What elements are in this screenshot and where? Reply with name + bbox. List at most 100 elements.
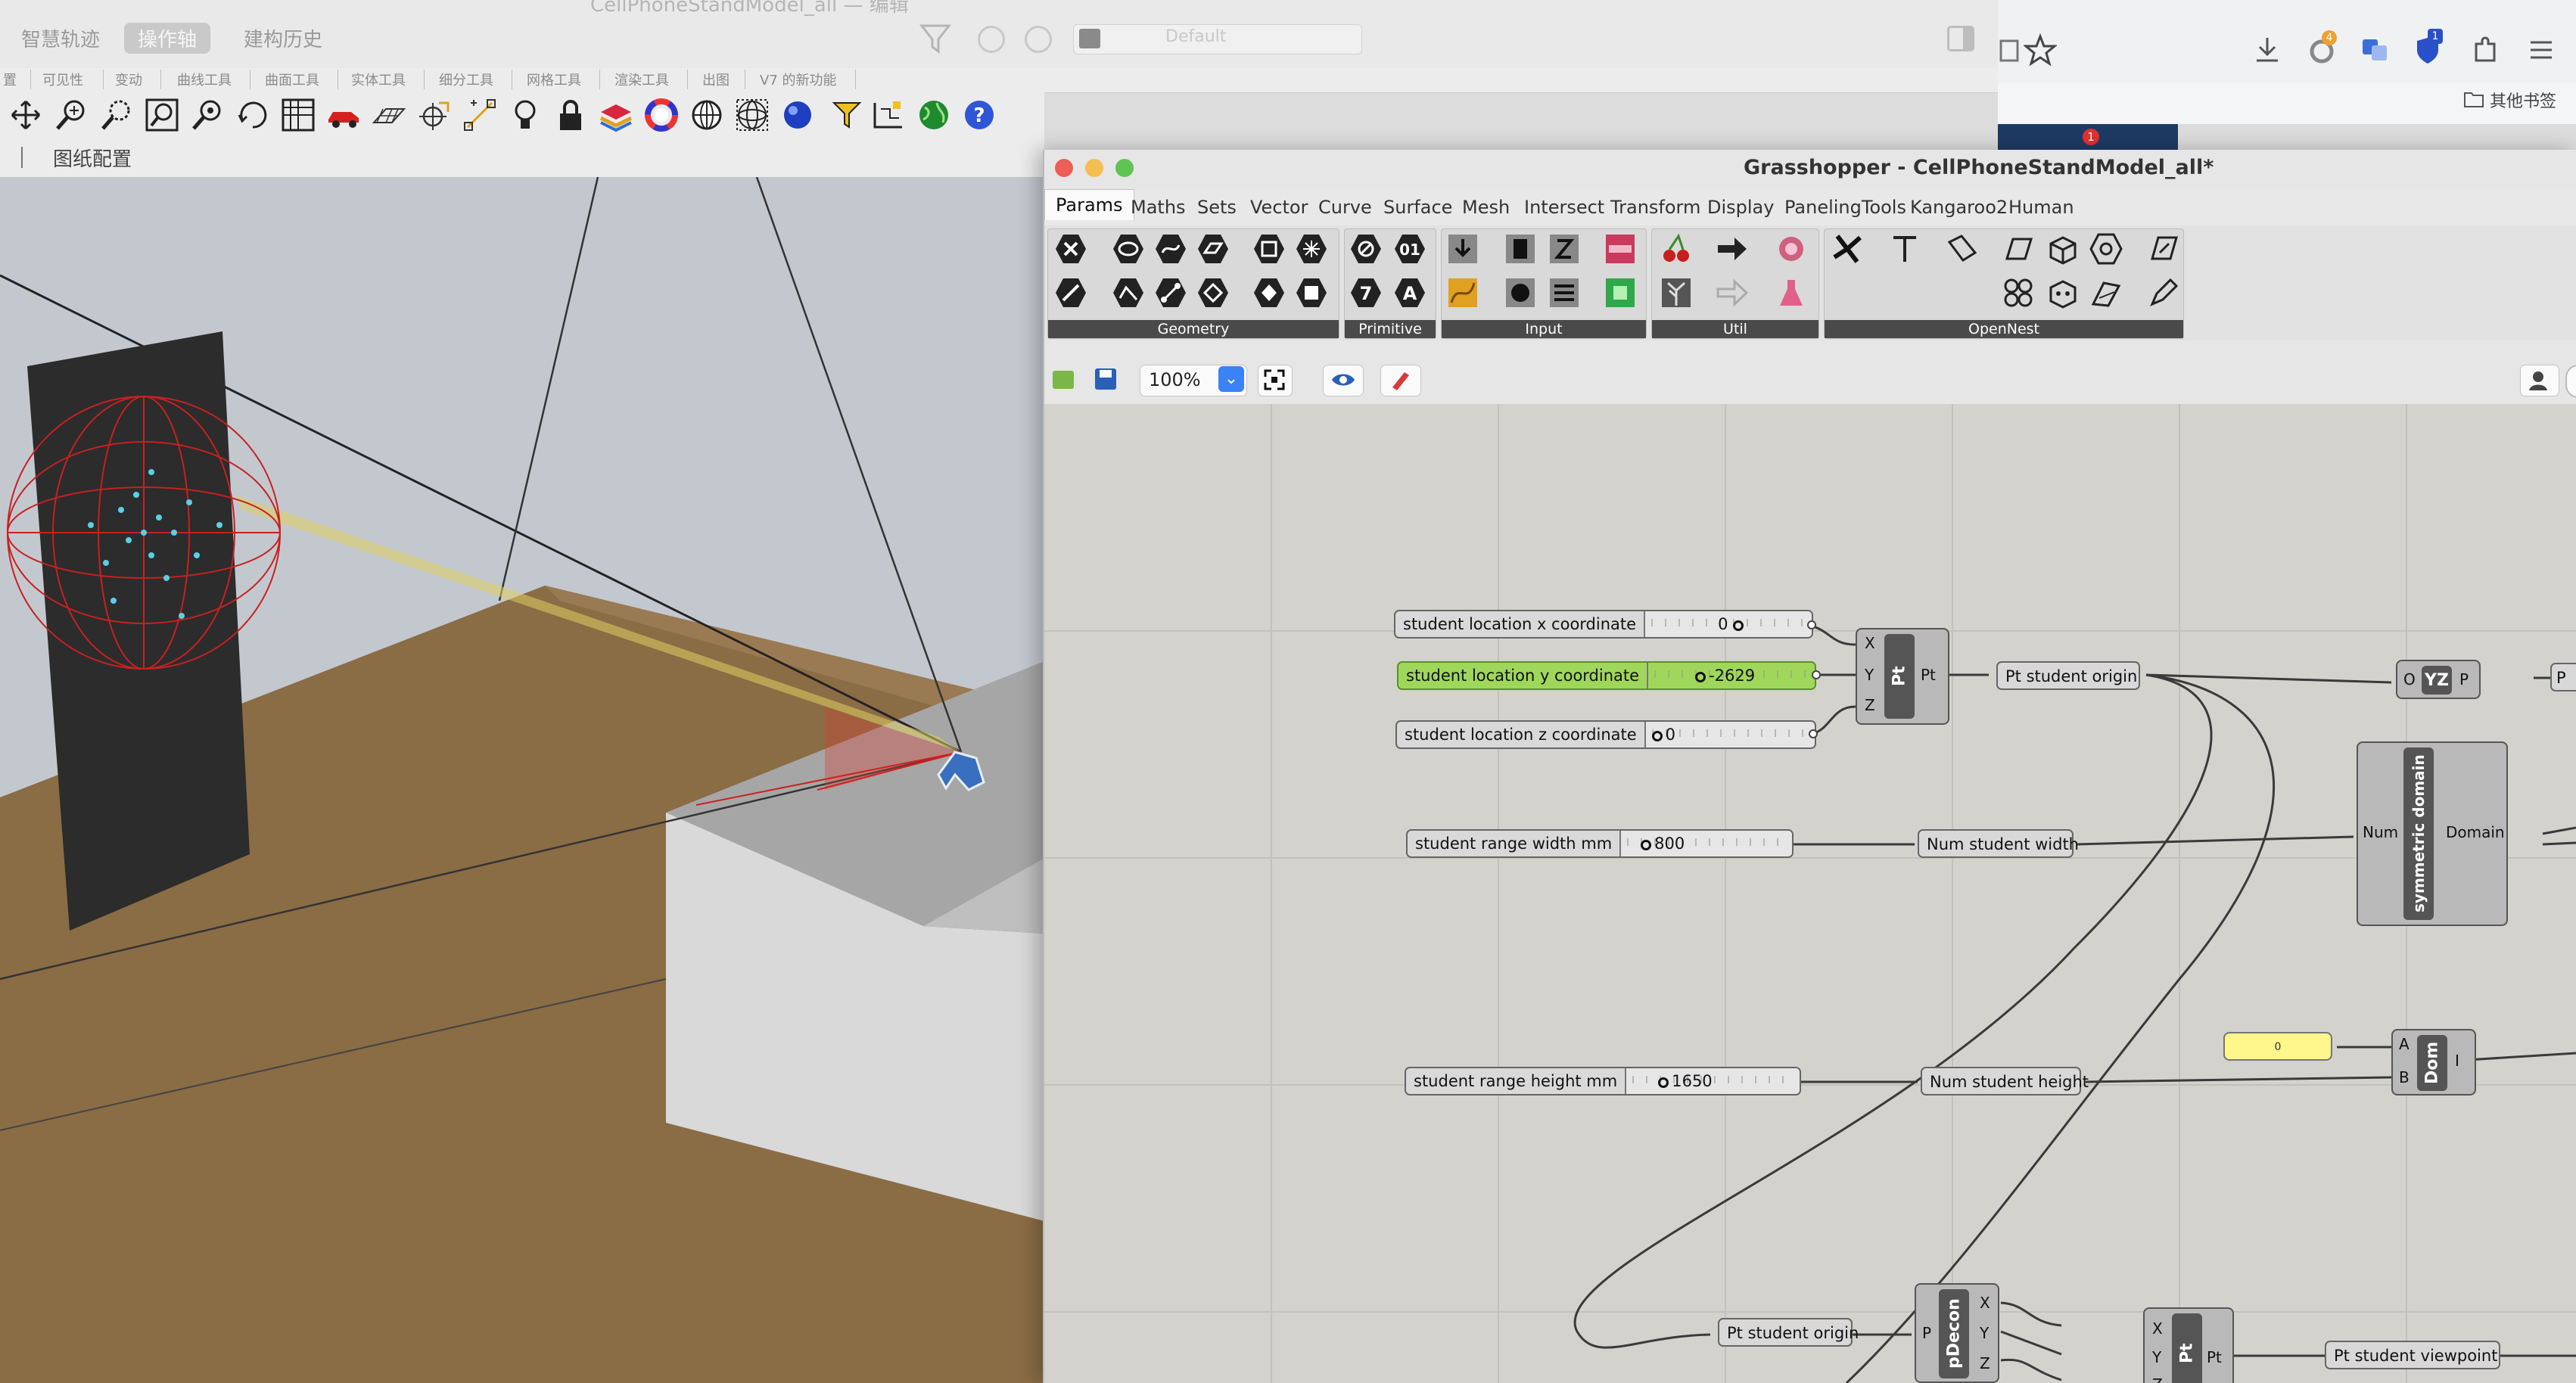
group-label[interactable]: Util [1652,320,1818,338]
slider-track[interactable]: -2629 [1648,663,1815,688]
box-param-icon[interactable] [1252,232,1286,266]
chevron-down-icon[interactable]: ⌄ [1218,366,1244,392]
group-label[interactable]: Geometry [1048,320,1339,338]
sidebar-toggle-icon[interactable] [1947,26,1974,51]
integer-param-icon[interactable]: 01 [1392,232,1427,266]
slider-track[interactable]: 0 [1645,611,1812,637]
lock-icon[interactable] [552,97,589,133]
mesh-param-icon[interactable] [1294,232,1329,266]
geometry-param-icon[interactable] [1153,275,1188,310]
tabstrip-subd-tools[interactable]: 细分工具 [439,70,493,89]
document-tool-icon[interactable] [2146,232,2181,266]
nest-circles-icon[interactable] [2001,275,2036,310]
tab-kangaroo2[interactable]: Kangaroo2 [1910,197,2008,218]
close-window-button[interactable] [1055,159,1073,177]
sheet-icon[interactable] [2001,232,2036,266]
slider-knob[interactable] [1641,840,1652,850]
subd-param-icon[interactable] [1294,275,1329,310]
tab-maths[interactable]: Maths [1131,197,1186,218]
pan-icon[interactable] [8,97,44,133]
zoom-window-icon[interactable] [98,97,135,133]
layout-label[interactable]: 图纸配置 [53,144,132,172]
tabstrip-drafting[interactable]: 出图 [702,70,730,89]
group-label[interactable]: Input [1442,320,1646,338]
tab-smart-track[interactable]: 智慧轨迹 [21,24,100,52]
slider-y-coordinate[interactable]: student location y coordinate -2629 [1397,661,1816,690]
tabstrip-mesh-tools[interactable]: 网格工具 [527,70,581,89]
box3d-icon[interactable] [2045,232,2080,266]
flask-icon[interactable] [1774,275,1809,310]
group-label[interactable]: OpenNest [1825,320,2183,338]
construct-point-component-2[interactable]: X Y Z Pt Pt [2143,1307,2234,1383]
tab-curve[interactable]: Curve [1318,197,1372,218]
star-bookmark-icon[interactable] [2024,33,2057,67]
rotate-view-icon[interactable] [235,97,271,133]
construct-domain-component[interactable]: A B Dom I [2391,1029,2476,1096]
surface-param-icon[interactable] [1153,232,1188,266]
output-port[interactable] [1809,729,1818,738]
zoom-extents-icon[interactable] [144,97,180,133]
tabstrip-surface-tools[interactable]: 曲面工具 [265,70,319,89]
download-icon[interactable] [2251,33,2284,67]
blue-sphere-icon[interactable] [779,97,816,133]
matrix-input-icon[interactable] [1603,275,1638,310]
zoom-window-button[interactable] [1115,159,1134,177]
zoom-in-icon[interactable] [53,97,89,133]
tabstrip-render-tools[interactable]: 渲染工具 [614,70,669,89]
slider-knob[interactable] [1658,1077,1669,1088]
point-param-icon[interactable] [1196,275,1230,310]
grid-plane-icon[interactable] [371,97,407,133]
tab-human[interactable]: Human [2008,197,2074,218]
tab-transform[interactable]: Transform [1610,197,1700,218]
yz-plane-component[interactable]: O YZ P [2396,660,2481,699]
color-wheel-icon[interactable] [643,97,680,133]
slider-range-height[interactable]: student range height mm 1650 [1405,1067,1801,1096]
hex-gear-icon[interactable] [2089,232,2123,266]
brep-param-icon[interactable] [1252,275,1286,310]
slider-z-coordinate[interactable]: student location z coordinate 0 [1395,720,1816,749]
tree-icon[interactable] [1659,275,1694,310]
yellow-panel[interactable]: 0 [2223,1032,2332,1061]
group-label[interactable]: Primitive [1345,320,1436,338]
puzzle-icon[interactable] [2469,33,2502,67]
tabstrip-v7-new[interactable]: V7 的新功能 [760,70,837,89]
value-list-icon[interactable] [1547,275,1582,310]
param-pt-student-origin-2[interactable]: Pt student origin [1718,1318,1859,1347]
other-bookmarks-label[interactable]: 其他书签 [2490,88,2556,112]
curve-param-icon[interactable] [1111,275,1146,310]
line-param-icon[interactable] [1053,275,1088,310]
layer-icon[interactable] [598,97,634,133]
tab-params[interactable]: Params [1044,189,1134,220]
tabstrip-transform[interactable]: 变动 [115,70,142,89]
osnap-icon[interactable] [462,97,498,133]
wire-sphere-icon[interactable] [734,97,770,133]
light-icon[interactable] [507,97,543,133]
slider-knob[interactable] [1733,620,1744,631]
car-icon[interactable] [325,97,362,133]
menu-icon[interactable] [2525,33,2558,67]
param-pt-student-viewpoint[interactable]: Pt student viewpoint [2325,1341,2500,1369]
tab-sets[interactable]: Sets [1197,197,1237,218]
plane-param-icon[interactable] [1196,232,1230,266]
tabstrip-visibility[interactable]: 可见性 [42,70,83,89]
tab-mesh[interactable]: Mesh [1462,197,1510,218]
dice-icon[interactable] [2045,275,2080,310]
slider-knob[interactable] [1651,731,1663,741]
globe-icon[interactable] [916,97,952,133]
open-file-icon[interactable] [1050,366,1076,392]
save-file-icon[interactable] [1093,366,1118,392]
tab-intersect[interactable]: Intersect [1524,197,1604,218]
slider-track[interactable]: 0 [1645,722,1815,747]
cplane-icon[interactable] [416,97,453,133]
param-num-student-width[interactable]: Num student width [1918,829,2079,858]
slider-range-width[interactable]: student range width mm 800 [1406,829,1794,858]
tab-vector[interactable]: Vector [1250,197,1308,218]
tag-tool-icon[interactable] [1945,232,1980,266]
back-circle-icon[interactable] [978,26,1005,53]
construct-point-component[interactable]: X Y Z Pt Pt [1856,628,1949,725]
tab-surface[interactable]: Surface [1383,197,1452,218]
param-num-student-height[interactable]: Num student height [1921,1067,2089,1096]
tabstrip-solid-tools[interactable]: 实体工具 [351,70,406,89]
help-icon[interactable]: ? [961,97,997,133]
param-pt-student-origin[interactable]: Pt student origin [1996,661,2140,690]
